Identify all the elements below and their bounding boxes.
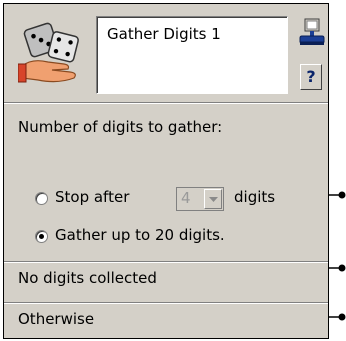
edit-stamp-icon[interactable] <box>299 18 325 46</box>
output-connector-otherwise[interactable] <box>329 312 346 322</box>
radio-selected-dot <box>39 234 44 239</box>
output-connector-no-digits[interactable] <box>329 263 346 273</box>
stop-after-label[interactable]: Stop after <box>55 188 129 206</box>
output-connector-stop-after[interactable] <box>329 190 346 200</box>
dice-hand-icon <box>18 22 79 83</box>
digit-count-value: 4 <box>181 189 191 207</box>
section-divider-1 <box>4 261 328 263</box>
section-divider-2 <box>4 302 328 304</box>
gather-up-to-label[interactable]: Gather up to 20 digits. <box>55 226 225 244</box>
gather-digits-node[interactable]: Gather Digits 1 ? Number of digits to ga… <box>3 3 329 339</box>
digits-heading: Number of digits to gather: <box>18 118 223 136</box>
output-no-digits: No digits collected <box>18 269 157 287</box>
chevron-down-icon <box>209 197 218 202</box>
digits-suffix-label: digits <box>234 188 276 206</box>
gather-up-to-radio[interactable] <box>35 230 48 243</box>
header-divider <box>4 102 328 104</box>
node-header: Gather Digits 1 ? <box>4 4 328 102</box>
stop-after-radio[interactable] <box>35 192 48 205</box>
dropdown-button[interactable] <box>204 189 222 209</box>
node-title: Gather Digits 1 <box>107 25 221 43</box>
digit-count-select[interactable]: 4 <box>176 187 224 211</box>
help-icon[interactable]: ? <box>300 64 322 90</box>
node-title-field[interactable]: Gather Digits 1 <box>96 16 288 94</box>
output-otherwise: Otherwise <box>18 310 95 328</box>
